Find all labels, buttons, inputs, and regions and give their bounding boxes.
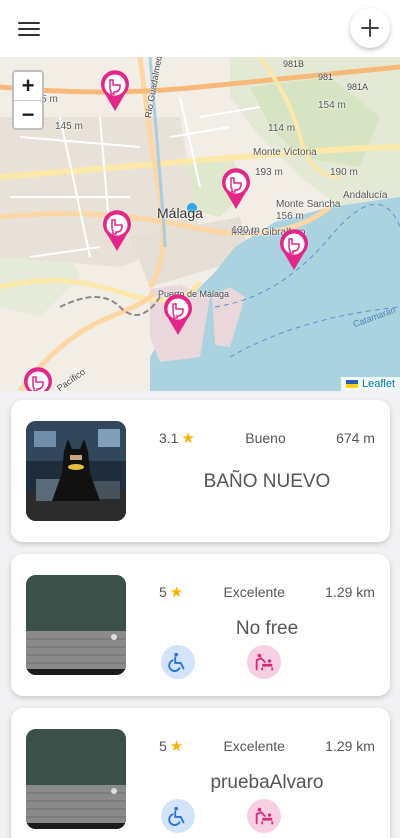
list-item[interactable]: 5 ★ Excelente 1.29 km No free [11, 554, 390, 696]
zoom-in-button[interactable]: + [14, 72, 42, 100]
quality-label: Bueno [245, 430, 286, 446]
star-icon: ★ [169, 737, 184, 755]
wheelchair-icon [161, 799, 195, 833]
map-label-monte-sancha: Monte Sancha [276, 199, 341, 210]
toilet-marker[interactable] [162, 294, 194, 336]
quality-label: Excelente [223, 738, 285, 754]
list-item[interactable]: 5 ★ Excelente 1.29 km pruebaAlvaro [11, 708, 390, 838]
distance: 1.29 km [325, 584, 375, 600]
toilet-stats: 3.1 ★ Bueno 674 m [159, 430, 375, 446]
rating-value: 3.1 [159, 430, 179, 446]
ukraine-flag-icon [345, 380, 358, 388]
zoom-out-button[interactable]: − [14, 100, 42, 128]
map-label-elev-114: 114 m [268, 123, 296, 134]
add-button[interactable] [350, 8, 390, 48]
toilet-photo [26, 575, 126, 675]
map-label-elev-145: 145 m [55, 121, 83, 132]
map-label-elev-190: 190 m [330, 167, 358, 178]
map-label-city: Málaga [157, 205, 203, 221]
map-label-monte-victoria-elev: 193 m [255, 167, 283, 178]
rating: 5 ★ [159, 584, 183, 600]
distance: 674 m [336, 430, 375, 446]
toilet-photo [26, 421, 126, 521]
toilet-stats: 5 ★ Excelente 1.29 km [159, 584, 375, 600]
map-view[interactable]: Málaga Río Guadalmedina Monte Victoria 1… [0, 57, 400, 391]
toilet-marker[interactable] [99, 70, 131, 112]
star-icon: ★ [181, 429, 195, 447]
zoom-control: + − [12, 70, 44, 130]
rating: 3.1 ★ [159, 430, 195, 446]
attribution-link[interactable]: Leaflet [362, 378, 395, 390]
map-label-monte-victoria: Monte Victoria [253, 147, 317, 158]
distance: 1.29 km [325, 738, 375, 754]
toilet-photo [26, 729, 126, 829]
toilet-marker[interactable] [278, 229, 310, 271]
toilet-marker[interactable] [22, 367, 54, 391]
map-label-elev-154: 154 m [318, 100, 346, 111]
list-item[interactable]: 3.1 ★ Bueno 674 m BAÑO NUEVO [11, 400, 390, 542]
toilet-list: 3.1 ★ Bueno 674 m BAÑO NUEVO 5 ★ Excelen… [0, 391, 400, 838]
toilet-name: BAÑO NUEVO [203, 471, 331, 492]
rating-value: 5 [159, 738, 167, 754]
baby-changing-icon [247, 799, 281, 833]
toilet-name: pruebaAlvaro [210, 772, 324, 793]
map-label-road-981a: 981A [347, 82, 369, 92]
toilet-name: No free [235, 618, 299, 639]
toilet-marker[interactable] [101, 210, 133, 252]
map-attribution[interactable]: Leaflet [340, 377, 400, 391]
star-icon: ★ [169, 583, 184, 601]
toilet-stats: 5 ★ Excelente 1.29 km [159, 738, 375, 754]
baby-changing-icon [247, 645, 281, 679]
toilet-marker[interactable] [220, 168, 252, 210]
quality-label: Excelente [223, 584, 285, 600]
plus-icon [361, 19, 379, 37]
map-label-andalucia: Andalucía [343, 190, 388, 201]
menu-icon[interactable] [18, 20, 40, 38]
top-bar [0, 0, 400, 57]
wheelchair-icon [161, 645, 195, 679]
rating: 5 ★ [159, 738, 183, 754]
map-label-monte-sancha-elev: 156 m [276, 211, 304, 222]
map-label-road-981: 981 [318, 72, 334, 82]
map-label-road-981b: 981B [283, 59, 305, 69]
app-root: Málaga Río Guadalmedina Monte Victoria 1… [0, 0, 400, 838]
rating-value: 5 [159, 584, 167, 600]
map-label-gibralfaro-elev: 130 m [232, 225, 260, 236]
